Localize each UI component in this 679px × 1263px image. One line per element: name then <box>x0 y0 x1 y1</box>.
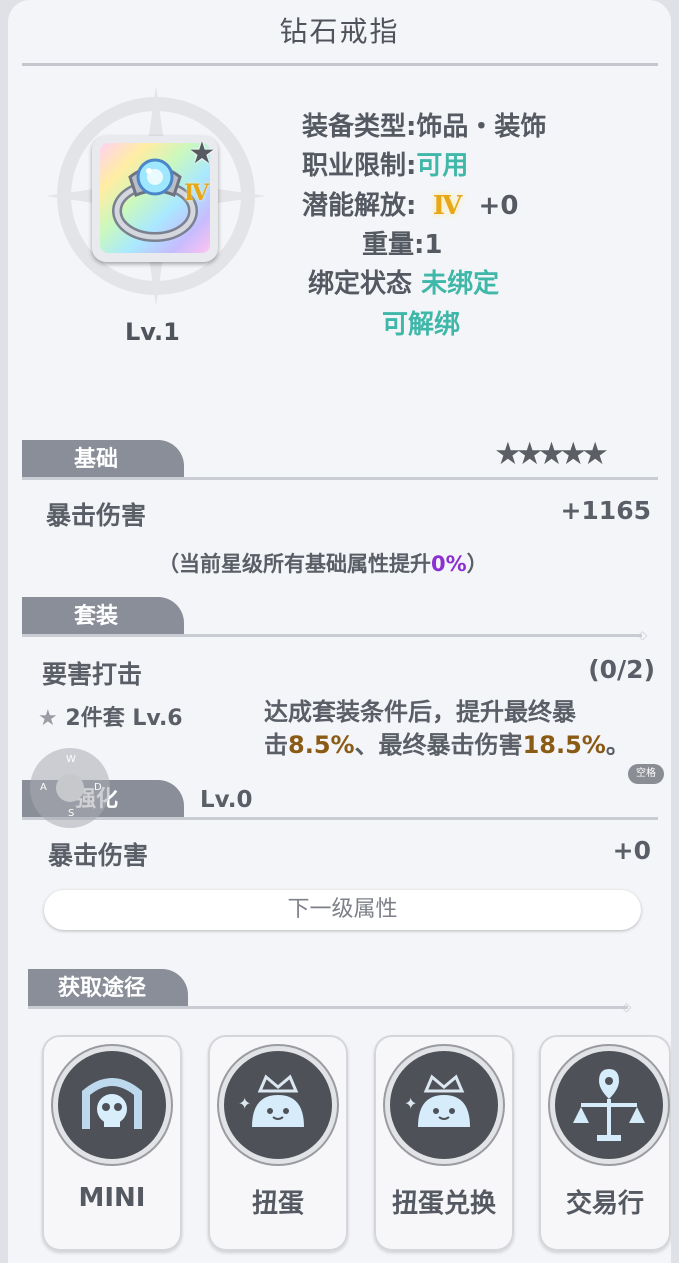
bind-status-label: 绑定状态 <box>308 269 413 299</box>
crowned-slime-icon: ✦ <box>390 1051 498 1159</box>
crowned-slime-icon: ✦ <box>224 1051 332 1159</box>
enhance-stat-value: +0 <box>612 836 651 865</box>
section-tab-set: 套装 <box>22 597 184 635</box>
basic-stat-value: +1165 <box>560 496 651 525</box>
set-pieces-row: ★ 2件套 Lv.6 <box>38 700 183 732</box>
diamond-ornament-icon: ◇ <box>638 628 648 642</box>
source-label: MINI <box>78 1183 146 1213</box>
basic-star-note: （当前星级所有基础属性提升0%） <box>158 548 488 578</box>
set-progress: (0/2) <box>588 655 655 684</box>
potential-label: 潜能解放: <box>302 191 417 221</box>
potential-value: +0 <box>478 191 519 221</box>
star-outline-icon: ★ <box>38 706 58 731</box>
next-level-attributes-button[interactable]: 下一级属性 <box>44 890 641 930</box>
star-icon: ★ <box>188 136 216 171</box>
unbind-link[interactable]: 可解绑 <box>382 304 460 341</box>
desc-highlight: 18.5% <box>522 731 606 759</box>
rating-star-icon: ★ <box>581 436 609 472</box>
desc-text: 、最终暴击伤害 <box>354 731 523 759</box>
weight: 重量:1 <box>362 230 443 260</box>
set-desc-line1: 达成套装条件后，提升最终暴 <box>264 698 576 726</box>
source-label: 扭蛋兑换 <box>391 1189 496 1219</box>
skull-dungeon-icon <box>58 1051 166 1159</box>
space-key-badge[interactable]: 空格 <box>628 764 664 784</box>
source-card-gacha-exchange[interactable]: ✦ 扭蛋兑换 <box>374 1035 514 1251</box>
equip-type-value: 饰品・装饰 <box>416 112 547 142</box>
section-tab-basic: 基础 <box>22 440 184 478</box>
potential-tier-badge: Ⅳ <box>432 191 463 221</box>
diamond-ornament-icon: ◇ <box>622 1000 632 1014</box>
source-card-auction[interactable]: 交易行 <box>539 1035 671 1251</box>
source-label: 扭蛋 <box>251 1189 304 1219</box>
set-desc-line2: 击8.5%、最终暴击伤害18.5%。 <box>264 729 630 762</box>
desc-text: 。 <box>605 731 630 759</box>
scales-icon <box>555 1051 663 1159</box>
source-label: 交易行 <box>565 1189 644 1219</box>
title-divider <box>22 63 658 66</box>
section-divider <box>22 817 658 820</box>
rating-star-icon: ★ <box>537 436 566 472</box>
set-name: 要害打击 <box>42 660 143 689</box>
equip-type-row: 装备类型:饰品・装饰 <box>302 106 546 143</box>
note-percent: 0% <box>431 552 467 576</box>
equip-type-label: 装备类型: <box>302 112 417 142</box>
key-a: A <box>40 782 47 793</box>
enhance-level: Lv.0 <box>200 787 253 813</box>
desc-highlight: 8.5% <box>288 731 355 759</box>
set-description: 达成套装条件后，提升最终暴 击8.5%、最终暴击伤害18.5%。 <box>264 696 630 762</box>
set-pieces: 2件套 Lv.6 <box>65 706 183 731</box>
note-suffix: ） <box>466 552 488 576</box>
note-prefix: （当前星级所有基础属性提升 <box>158 552 431 576</box>
source-card-mini[interactable]: MINI <box>42 1035 182 1251</box>
joystick-knob[interactable] <box>56 774 84 802</box>
star-rating: ★★★★★ <box>494 436 609 472</box>
class-limit-label: 职业限制: <box>302 151 417 181</box>
section-divider <box>22 634 642 637</box>
svg-text:✦: ✦ <box>404 1094 417 1113</box>
section-divider <box>22 477 658 480</box>
item-level: Lv.1 <box>125 318 180 346</box>
rating-star-icon: ★ <box>559 436 587 472</box>
class-limit-value: 可用 <box>416 151 469 181</box>
wasd-joystick[interactable]: W A D S <box>30 748 110 828</box>
key-s: S <box>68 808 75 819</box>
rating-star-icon: ★ <box>515 436 544 472</box>
key-d: D <box>94 782 102 793</box>
section-divider <box>28 1006 628 1009</box>
tier-badge: Ⅳ <box>184 180 209 206</box>
page-title: 钻石戒指 <box>279 15 400 48</box>
bind-status-row: 绑定状态 未绑定 <box>308 263 499 300</box>
enhance-stat-name: 暴击伤害 <box>48 841 149 870</box>
potential-row: 潜能解放: Ⅳ +0 <box>302 185 518 222</box>
desc-text: 击 <box>264 731 288 759</box>
svg-text:✦: ✦ <box>238 1094 251 1113</box>
source-card-gacha[interactable]: ✦ 扭蛋 <box>208 1035 348 1251</box>
section-tab-sources: 获取途径 <box>28 969 188 1007</box>
key-w: W <box>66 754 76 765</box>
bind-status-value: 未绑定 <box>421 269 500 299</box>
basic-stat-name: 暴击伤害 <box>46 501 147 530</box>
class-limit-row: 职业限制:可用 <box>302 145 468 182</box>
item-detail-panel: 钻石戒指 ★ Ⅳ Lv.1 装备类型:饰品・装饰 职业限制:可用 潜能解放: Ⅳ… <box>8 0 671 1263</box>
rating-star-icon: ★ <box>494 436 522 472</box>
